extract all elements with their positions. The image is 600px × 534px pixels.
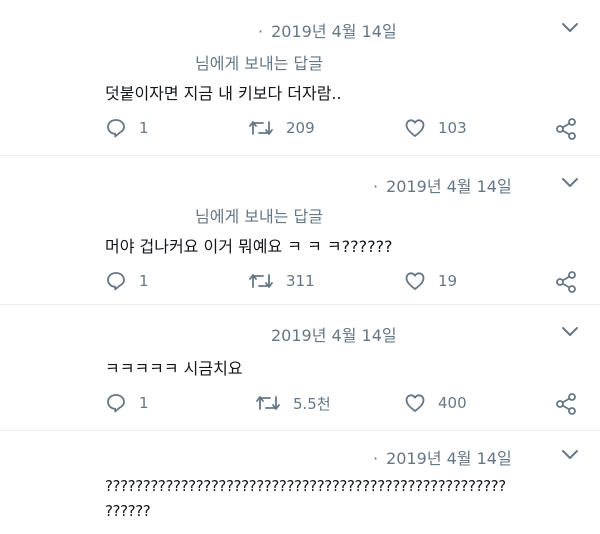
- date-text: 2019년 4월 14일: [271, 22, 397, 41]
- chevron-down-icon[interactable]: [561, 326, 579, 338]
- tweet-actions: 1 5.5천 400: [0, 391, 600, 415]
- chevron-down-icon[interactable]: [561, 449, 579, 461]
- tweet-text-line-1: ????????????????????????????????????????…: [105, 477, 506, 495]
- share-icon[interactable]: [554, 392, 578, 416]
- like-count: 103: [438, 119, 467, 137]
- chevron-down-icon[interactable]: [561, 22, 579, 34]
- reply-button[interactable]: 1: [105, 269, 149, 293]
- date-text: 2019년 4월 14일: [386, 449, 512, 468]
- date-text: 2019년 4월 14일: [386, 177, 512, 196]
- chevron-down-icon[interactable]: [561, 177, 579, 189]
- tweet-actions: 1 311 19: [0, 269, 600, 293]
- separator-dot: ·: [373, 449, 379, 468]
- retweet-count: 209: [286, 119, 315, 137]
- heart-icon: [405, 272, 425, 290]
- like-count: 400: [438, 394, 467, 412]
- tweet-date[interactable]: · 2019년 4월 14일: [373, 445, 512, 469]
- tweet-4: · 2019년 4월 14일 ??????????????????????????…: [0, 431, 600, 534]
- retweet-count: 311: [286, 272, 315, 290]
- date-text: 2019년 4월 14일: [271, 326, 397, 345]
- reply-to-label[interactable]: 님에게 보내는 답글: [195, 203, 323, 227]
- reply-to-label[interactable]: 님에게 보내는 답글: [195, 50, 323, 74]
- tweet-1: · 2019년 4월 14일 님에게 보내는 답글 덧붙이자면 지금 내 키보다 …: [0, 0, 600, 156]
- share-icon[interactable]: [554, 270, 578, 294]
- reply-icon: [107, 272, 125, 291]
- like-count: 19: [438, 272, 458, 290]
- tweet-text: 덧붙이자면 지금 내 키보다 더자람..: [105, 84, 342, 103]
- heart-icon: [405, 394, 425, 412]
- tweet-2: · 2019년 4월 14일 님에게 보내는 답글 머야 겁나커요 이거 뭐예요 …: [0, 156, 600, 305]
- retweet-icon: [249, 274, 273, 288]
- like-button[interactable]: 400: [404, 391, 467, 415]
- retweet-icon: [249, 121, 273, 135]
- reply-count: 1: [139, 272, 149, 290]
- tweet-date[interactable]: · 2019년 4월 14일: [373, 173, 512, 197]
- retweet-icon: [256, 396, 280, 410]
- separator-dot: ·: [258, 22, 264, 41]
- reply-count: 1: [139, 394, 149, 412]
- reply-icon: [107, 394, 125, 413]
- like-button[interactable]: 19: [404, 269, 457, 293]
- tweet-text: 머야 겁나커요 이거 뭐예요 ㅋ ㅋ ㅋ??????: [105, 237, 393, 256]
- retweet-button[interactable]: 5.5천: [255, 391, 331, 415]
- like-button[interactable]: 103: [404, 116, 467, 140]
- tweet-actions: 1 209 103: [0, 116, 600, 140]
- reply-count: 1: [139, 119, 149, 137]
- reply-icon: [107, 119, 125, 138]
- tweet-text: ㅋㅋㅋㅋㅋ 시금치요: [105, 359, 243, 378]
- tweet-text-line-2: ??????: [105, 502, 151, 520]
- retweet-button[interactable]: 311: [248, 269, 315, 293]
- retweet-count: 5.5천: [293, 394, 331, 413]
- tweet-3: 2019년 4월 14일 ㅋㅋㅋㅋㅋ 시금치요 1 5.5천 400: [0, 305, 600, 431]
- reply-button[interactable]: 1: [105, 391, 149, 415]
- share-icon[interactable]: [554, 117, 578, 141]
- tweet-date[interactable]: 2019년 4월 14일: [271, 322, 397, 346]
- reply-button[interactable]: 1: [105, 116, 149, 140]
- separator-dot: ·: [373, 177, 379, 196]
- retweet-button[interactable]: 209: [248, 116, 315, 140]
- tweet-date[interactable]: · 2019년 4월 14일: [258, 18, 397, 42]
- heart-icon: [405, 119, 425, 137]
